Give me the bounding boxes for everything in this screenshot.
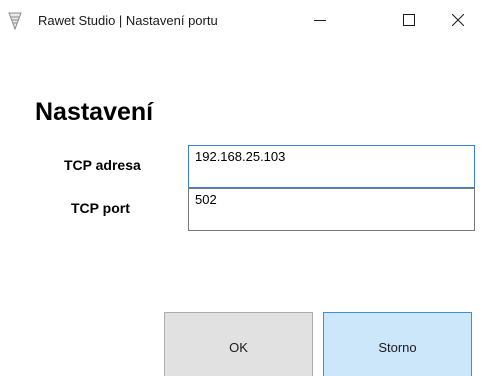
app-icon (8, 12, 22, 31)
ok-button[interactable]: OK (164, 312, 313, 376)
tcp-address-label: TCP adresa (64, 157, 141, 173)
maximize-button[interactable] (386, 0, 432, 44)
minimize-button[interactable] (297, 0, 343, 44)
title-bar[interactable]: Rawet Studio | Nastavení portu (0, 0, 481, 44)
tcp-port-label: TCP port (71, 200, 130, 216)
minimize-icon (314, 13, 326, 31)
window-title: Rawet Studio | Nastavení portu (38, 13, 218, 28)
cancel-button-label: Storno (378, 339, 417, 355)
ok-button-label: OK (229, 339, 248, 355)
settings-window: Rawet Studio | Nastavení portu Nastavení… (0, 0, 481, 376)
close-icon (451, 13, 465, 31)
cancel-button[interactable]: Storno (323, 312, 472, 376)
close-button[interactable] (435, 0, 481, 44)
tcp-port-input[interactable]: 502 (188, 188, 475, 231)
maximize-icon (403, 13, 415, 31)
tcp-address-input[interactable]: 192.168.25.103 (188, 145, 475, 188)
page-title: Nastavení (35, 98, 154, 126)
